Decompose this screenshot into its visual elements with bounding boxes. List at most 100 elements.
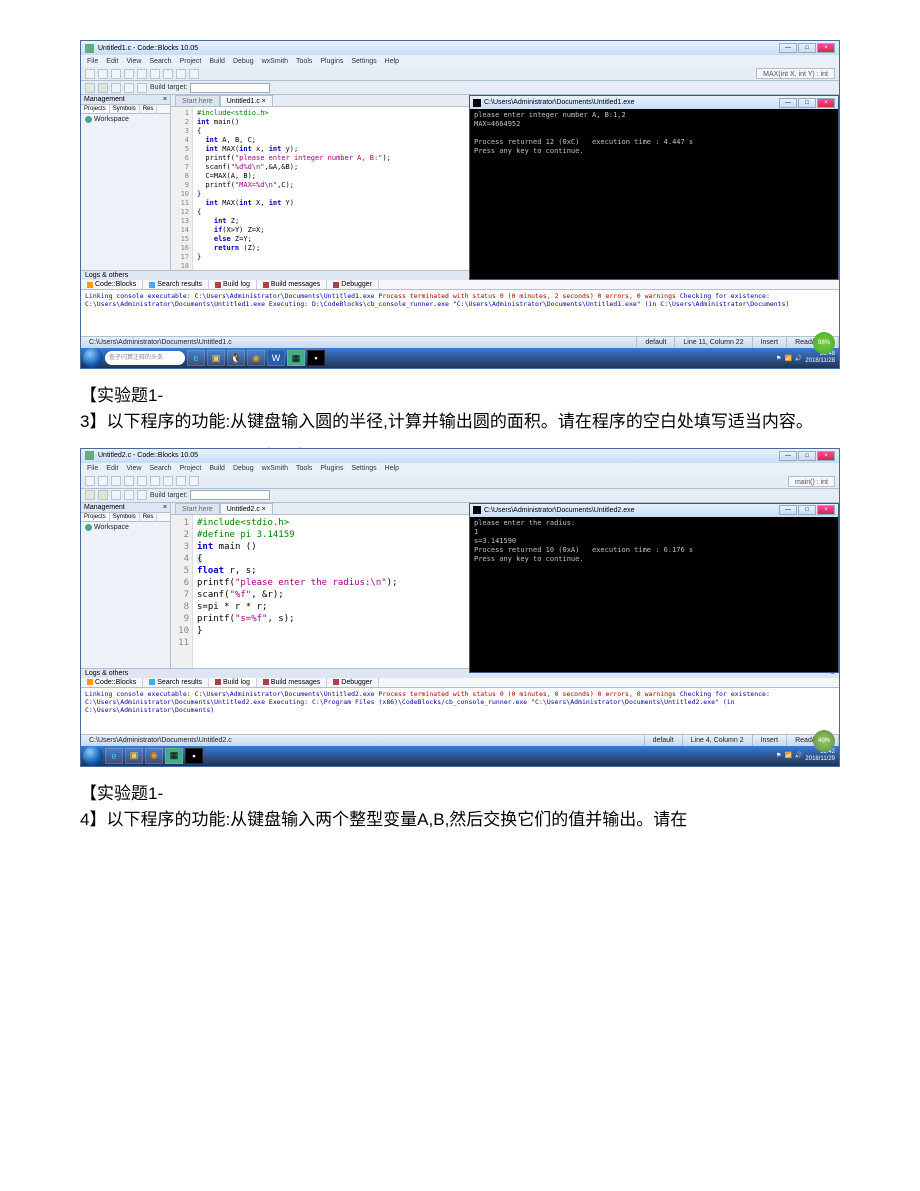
menu-project[interactable]: Project (180, 465, 202, 472)
undo-icon[interactable] (124, 476, 134, 486)
menu-wxsmith[interactable]: wxSmith (262, 465, 288, 472)
workspace-node[interactable]: Workspace (85, 524, 166, 531)
panel-close-icon[interactable]: × (163, 504, 167, 511)
minimize-button[interactable]: — (779, 451, 797, 461)
log-tab-search-results[interactable]: Search results (143, 678, 209, 687)
taskbar-browser-icon[interactable]: ◉ (145, 748, 163, 764)
menu-wxsmith[interactable]: wxSmith (262, 58, 288, 65)
redo-icon[interactable] (137, 476, 147, 486)
build-run-icon[interactable] (111, 83, 121, 93)
tray-flag-icon[interactable]: ⚑ (776, 355, 781, 362)
new-icon[interactable] (85, 69, 95, 79)
cut-icon[interactable] (150, 476, 160, 486)
mgmt-tab-res[interactable]: Res (140, 513, 158, 521)
find-icon[interactable] (189, 476, 199, 486)
tab-start-here[interactable]: Start here (175, 503, 220, 514)
mgmt-tab-res[interactable]: Res (140, 105, 158, 113)
menu-file[interactable]: File (87, 465, 98, 472)
log-tab-debugger[interactable]: Debugger (327, 678, 379, 687)
menu-debug[interactable]: Debug (233, 58, 254, 65)
build-run-icon[interactable] (111, 490, 121, 500)
cut-icon[interactable] (150, 69, 160, 79)
tab-active-file[interactable]: Untitled1.c × (220, 95, 273, 106)
tray-network-icon[interactable]: 📶 (784, 355, 791, 362)
paste-icon[interactable] (176, 69, 186, 79)
run-icon[interactable] (98, 490, 108, 500)
menu-file[interactable]: File (87, 58, 98, 65)
build-target-combo[interactable] (190, 83, 270, 93)
start-orb[interactable] (83, 746, 103, 766)
taskbar-codeblocks-icon[interactable]: ▦ (165, 748, 183, 764)
tab-close-icon[interactable]: × (262, 98, 266, 105)
menu-view[interactable]: View (126, 58, 141, 65)
log-tab-debugger[interactable]: Debugger (327, 280, 379, 289)
log-tab-build-messages[interactable]: Build messages (257, 678, 327, 687)
taskbar-qq-icon[interactable]: 🐧 (227, 350, 245, 366)
open-icon[interactable] (98, 69, 108, 79)
menu-help[interactable]: Help (385, 58, 399, 65)
symbol-breadcrumb[interactable]: MAX(int X, int Y) : int (756, 68, 835, 79)
abort-icon[interactable] (137, 490, 147, 500)
menu-tools[interactable]: Tools (296, 58, 312, 65)
copy-icon[interactable] (163, 476, 173, 486)
console-close-button[interactable]: × (817, 98, 835, 108)
paste-icon[interactable] (176, 476, 186, 486)
symbol-breadcrumb[interactable]: main() : int (788, 476, 835, 487)
menu-build[interactable]: Build (209, 58, 225, 65)
copy-icon[interactable] (163, 69, 173, 79)
mgmt-tab-projects[interactable]: Projects (81, 105, 110, 113)
menu-search[interactable]: Search (149, 465, 171, 472)
console-min-button[interactable]: — (779, 98, 797, 108)
log-tab-search-results[interactable]: Search results (143, 280, 209, 289)
build-icon[interactable] (85, 490, 95, 500)
console-min-button[interactable]: — (779, 505, 797, 515)
abort-icon[interactable] (137, 83, 147, 93)
menu-view[interactable]: View (126, 465, 141, 472)
menu-tools[interactable]: Tools (296, 465, 312, 472)
log-tab-code-blocks[interactable]: Code::Blocks (81, 678, 143, 687)
taskbar-codeblocks-icon[interactable]: ▦ (287, 350, 305, 366)
close-button[interactable]: × (817, 451, 835, 461)
menu-build[interactable]: Build (209, 465, 225, 472)
menu-plugins[interactable]: Plugins (320, 465, 343, 472)
save-icon[interactable] (111, 476, 121, 486)
maximize-button[interactable]: □ (798, 451, 816, 461)
maximize-button[interactable]: □ (798, 43, 816, 53)
menu-search[interactable]: Search (149, 58, 171, 65)
menu-settings[interactable]: Settings (351, 465, 376, 472)
tray-network-icon[interactable]: 📶 (784, 752, 791, 759)
mgmt-tab-projects[interactable]: Projects (81, 513, 110, 521)
mgmt-tab-symbols[interactable]: Symbols (110, 105, 140, 113)
menu-edit[interactable]: Edit (106, 465, 118, 472)
workspace-node[interactable]: Workspace (85, 116, 166, 123)
panel-close-icon[interactable]: × (163, 96, 167, 103)
tray-sound-icon[interactable]: 🔊 (795, 752, 802, 759)
tab-active-file[interactable]: Untitled2.c × (220, 503, 273, 514)
tray-sound-icon[interactable]: 🔊 (795, 355, 802, 362)
minimize-button[interactable]: — (779, 43, 797, 53)
redo-icon[interactable] (137, 69, 147, 79)
taskbar-explorer-icon[interactable]: ▣ (207, 350, 225, 366)
rebuild-icon[interactable] (124, 83, 134, 93)
run-icon[interactable] (98, 83, 108, 93)
taskbar-console-icon[interactable]: ▪ (307, 350, 325, 366)
menu-debug[interactable]: Debug (233, 465, 254, 472)
mgmt-tab-symbols[interactable]: Symbols (110, 513, 140, 521)
rebuild-icon[interactable] (124, 490, 134, 500)
taskbar-ie-icon[interactable]: e (187, 350, 205, 366)
tab-close-icon[interactable]: × (262, 506, 266, 513)
menu-edit[interactable]: Edit (106, 58, 118, 65)
build-target-combo[interactable] (190, 490, 270, 500)
save-icon[interactable] (111, 69, 121, 79)
console-max-button[interactable]: □ (798, 98, 816, 108)
log-tab-build-log[interactable]: Build log (209, 280, 257, 289)
console-max-button[interactable]: □ (798, 505, 816, 515)
log-tab-build-log[interactable]: Build log (209, 678, 257, 687)
log-tab-build-messages[interactable]: Build messages (257, 280, 327, 289)
start-orb[interactable] (83, 348, 103, 368)
menu-project[interactable]: Project (180, 58, 202, 65)
taskbar-explorer-icon[interactable]: ▣ (125, 748, 143, 764)
menu-settings[interactable]: Settings (351, 58, 376, 65)
taskbar-browser-icon[interactable]: ◉ (247, 350, 265, 366)
undo-icon[interactable] (124, 69, 134, 79)
